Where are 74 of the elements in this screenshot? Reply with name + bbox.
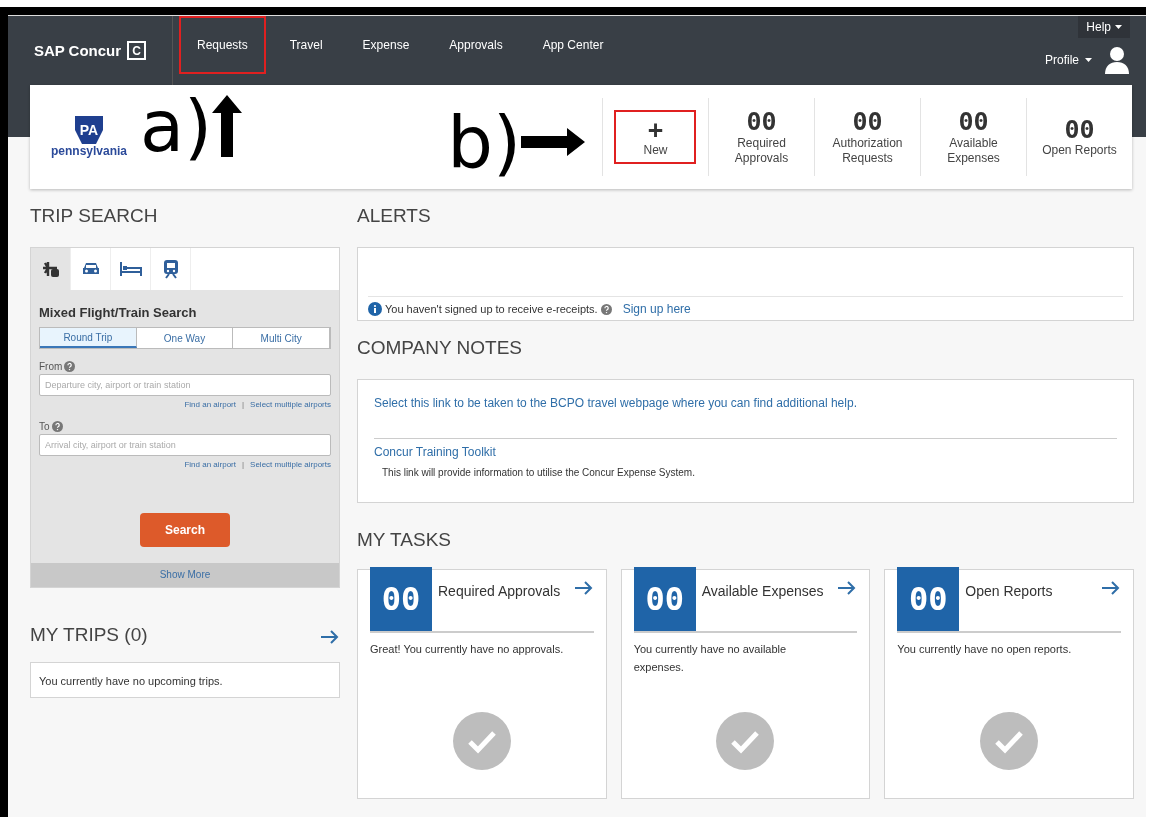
- logo-text: pennsylvania: [51, 144, 127, 158]
- task-count: 00: [633, 567, 696, 631]
- arrow-right-icon[interactable]: [573, 581, 594, 595]
- airport-link[interactable]: Find an airport: [184, 400, 236, 409]
- section-title: MY TRIPS (0): [30, 624, 148, 646]
- form-title: Mixed Flight/Train Search: [39, 305, 198, 320]
- new-button[interactable]: + New: [602, 98, 708, 176]
- brand-mark: C: [127, 41, 147, 60]
- training-toolkit-link[interactable]: Concur Training Toolkit: [374, 445, 1117, 459]
- task-title[interactable]: Required Approvals: [438, 583, 574, 599]
- section-title: COMPANY NOTES: [357, 337, 524, 359]
- airport-link[interactable]: Select multiple airports: [250, 400, 331, 409]
- section-title: TRIP SEARCH: [30, 205, 159, 227]
- user-icon[interactable]: [1104, 46, 1130, 74]
- link-separator: |: [242, 460, 245, 469]
- trip-type-option[interactable]: One Way: [136, 328, 234, 348]
- help-icon[interactable]: [600, 303, 612, 315]
- bed-icon: [119, 262, 142, 276]
- brand-name: SAP Concur: [33, 42, 122, 59]
- nav-link[interactable]: Expense: [342, 16, 430, 74]
- sign-up-link[interactable]: Sign up here: [622, 302, 691, 316]
- nav-link[interactable]: Requests: [179, 16, 266, 74]
- section-title: MY TASKS: [357, 529, 452, 551]
- help-icon[interactable]: [64, 361, 76, 372]
- input-field[interactable]: Arrival city, airport or train station: [39, 434, 331, 456]
- section-title: ALERTS: [357, 205, 432, 227]
- trip-type-option[interactable]: Round Trip: [40, 328, 137, 348]
- arrow-right-icon[interactable]: [837, 581, 858, 595]
- travel-webpage-link[interactable]: Select this link to be taken to the BCPO travel webpage where you can find additional help.: [374, 396, 1117, 410]
- nav-link[interactable]: App Center: [522, 16, 624, 74]
- field-label: From: [39, 361, 63, 372]
- link-separator: |: [242, 400, 245, 409]
- field-label: To: [39, 421, 50, 432]
- help-menu[interactable]: Help: [1078, 16, 1130, 38]
- travel-type-tab[interactable]: [31, 248, 71, 290]
- help-icon[interactable]: [51, 421, 63, 432]
- task-message: Great! You currently have no approvals.: [370, 642, 565, 657]
- arrow-right-icon: [521, 128, 585, 156]
- check-icon: [452, 712, 511, 770]
- input-field[interactable]: Departure city, airport or train station: [39, 374, 331, 396]
- task-title[interactable]: Open Reports: [965, 583, 1101, 599]
- link-description: This link will provide information to utilise the Concur Expense System.: [382, 467, 696, 478]
- annotation-label: b): [447, 106, 521, 178]
- task-count: 00: [897, 567, 960, 631]
- airport-link[interactable]: Select multiple airports: [250, 460, 331, 469]
- caret-icon: [1115, 25, 1122, 29]
- task-message: You currently have no available expenses.: [633, 642, 788, 675]
- arrow-right-icon[interactable]: [320, 630, 340, 644]
- train-icon: [162, 259, 179, 279]
- task-message: You currently have no open reports.: [897, 642, 1073, 657]
- trip-type-option[interactable]: Multi City: [233, 328, 330, 348]
- counter-tile[interactable]: 00 Open Reports: [1026, 98, 1132, 176]
- task-count: 00: [370, 567, 432, 631]
- check-icon: [980, 712, 1039, 770]
- empty-message: You currently have no upcoming trips.: [39, 675, 223, 687]
- counter-tile[interactable]: 00 Available Expenses: [920, 98, 1026, 176]
- car-icon: [80, 261, 101, 277]
- arrow-right-icon[interactable]: [1101, 581, 1121, 595]
- task-title[interactable]: Available Expenses: [701, 583, 838, 599]
- search-button[interactable]: Search: [140, 513, 230, 547]
- annotation-label: a): [140, 90, 213, 162]
- nav-link[interactable]: Travel: [269, 16, 343, 74]
- plane-train-icon: [40, 260, 61, 278]
- counter-tile[interactable]: 00 Authorization Requests: [814, 98, 920, 176]
- airport-link[interactable]: Find an airport: [184, 460, 236, 469]
- profile-menu[interactable]: Profile: [1045, 53, 1092, 67]
- check-icon: [716, 712, 775, 770]
- arrow-up-icon: [212, 95, 243, 157]
- alert-message: You haven't signed up to receive e-receipts.: [385, 303, 598, 315]
- logo-badge: PA: [75, 116, 103, 144]
- info-icon: [368, 302, 382, 316]
- nav-link[interactable]: Approvals: [429, 16, 523, 74]
- caret-icon: [1085, 58, 1092, 62]
- counter-tile[interactable]: 00 Required Approvals: [708, 98, 814, 176]
